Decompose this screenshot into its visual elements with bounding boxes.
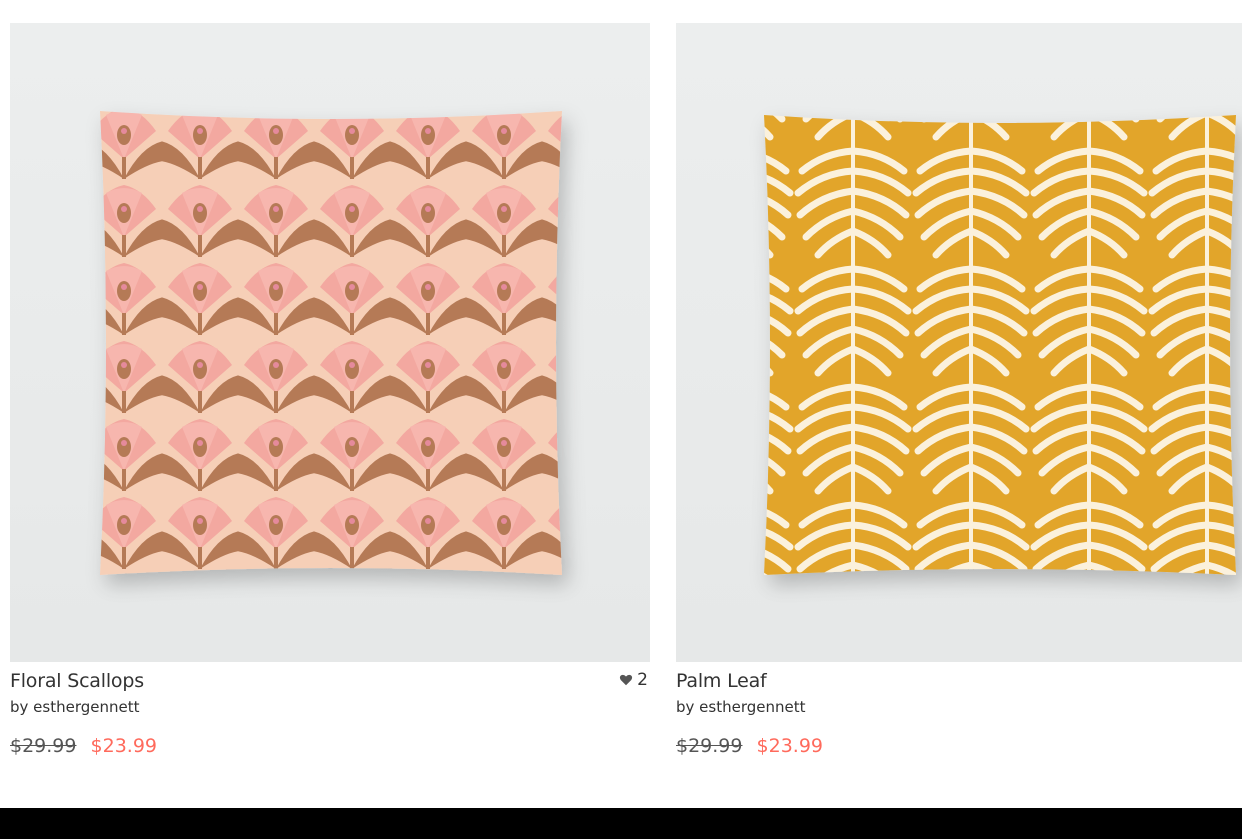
pillow-floral-scallops-image: [100, 111, 562, 575]
price-row: $29.99 $23.99: [10, 734, 650, 758]
likes-count: 2: [637, 670, 648, 690]
product-title[interactable]: Floral Scallops: [10, 668, 650, 694]
product-grid: Floral Scallops by esthergennett $29.99 …: [10, 23, 1242, 783]
heart-icon[interactable]: [619, 673, 633, 687]
product-card[interactable]: Floral Scallops by esthergennett $29.99 …: [10, 23, 650, 778]
price-row: $29.99 $23.99: [676, 734, 1242, 758]
pillow-palm-leaf-image: [764, 115, 1236, 575]
sale-price: $23.99: [756, 735, 824, 757]
product-author[interactable]: by esthergennett: [676, 696, 1242, 718]
footer-bar: [0, 808, 1242, 839]
product-author[interactable]: by esthergennett: [10, 696, 650, 718]
product-info: Palm Leaf by esthergennett $29.99 $23.99: [676, 662, 1242, 778]
product-image[interactable]: [676, 23, 1242, 662]
product-info: Floral Scallops by esthergennett $29.99 …: [10, 662, 650, 778]
original-price: $29.99: [676, 735, 743, 757]
original-price: $29.99: [10, 735, 77, 757]
product-title[interactable]: Palm Leaf: [676, 668, 1242, 694]
product-image[interactable]: [10, 23, 650, 662]
product-card[interactable]: Palm Leaf by esthergennett $29.99 $23.99: [676, 23, 1242, 778]
likes-counter[interactable]: 2: [619, 670, 648, 690]
sale-price: $23.99: [90, 735, 158, 757]
